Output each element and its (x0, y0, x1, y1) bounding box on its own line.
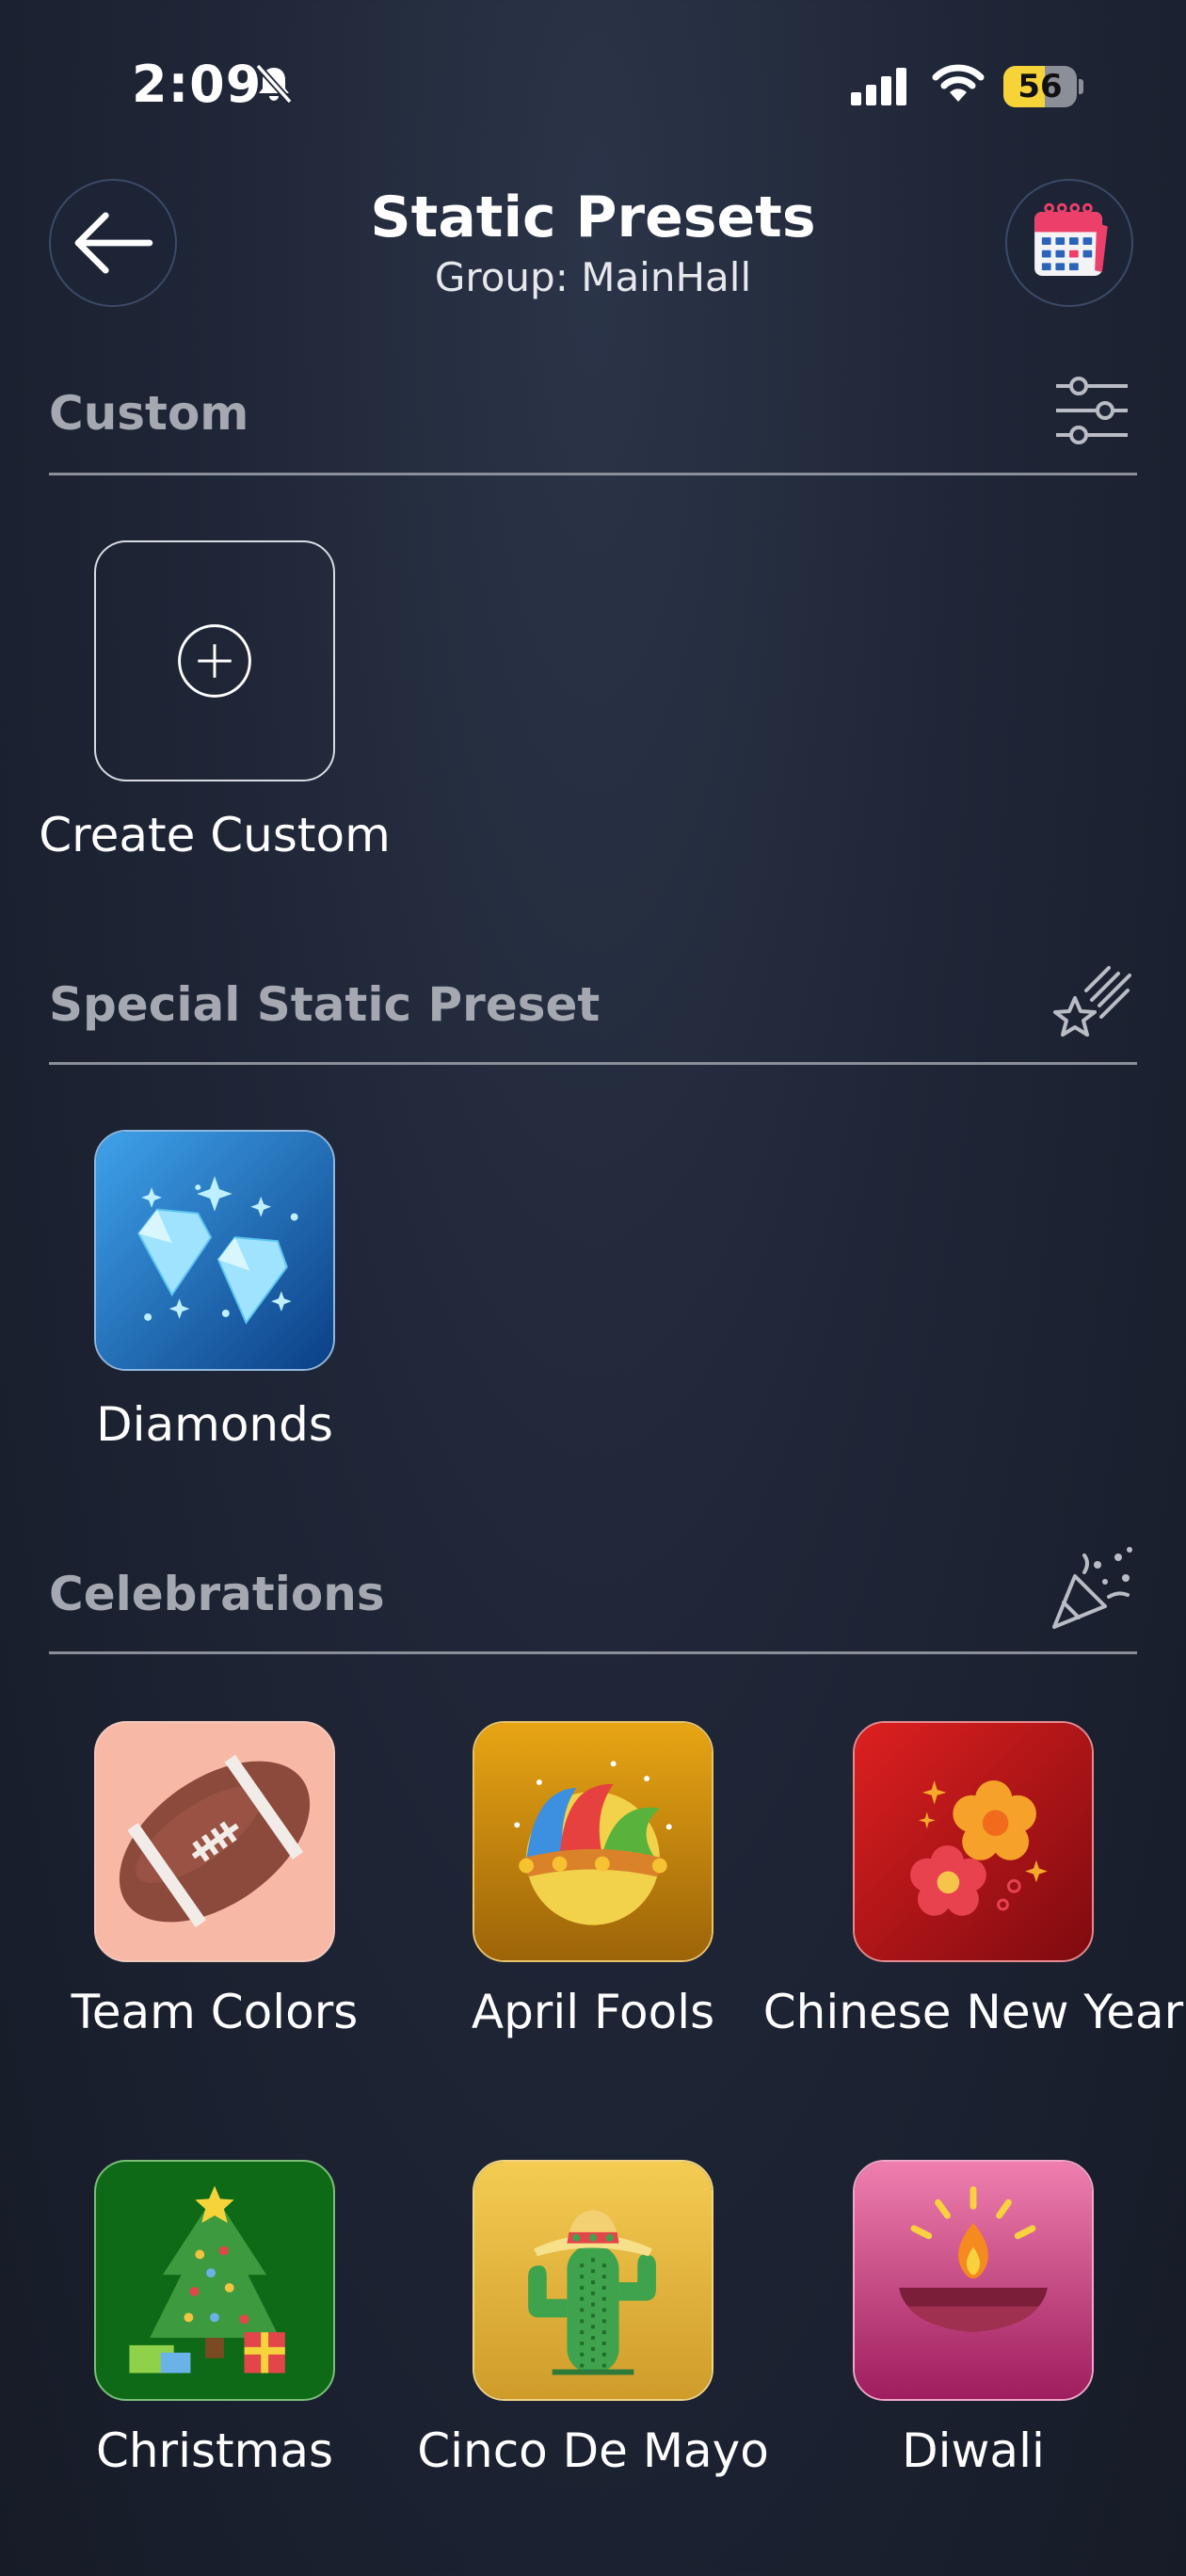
plus-circle-icon (178, 624, 251, 698)
create-custom-tile[interactable] (94, 540, 335, 781)
shooting-star-icon (1047, 957, 1137, 1047)
cellular-signal-icon (849, 66, 911, 107)
battery-level-text: 56 (1018, 68, 1063, 105)
sliders-icon[interactable] (1047, 365, 1137, 456)
chinese-new-year-label: Chinese New Year (762, 1985, 1184, 2039)
football-icon (119, 1754, 311, 1928)
calendar-icon (1034, 202, 1108, 276)
cactus-sombrero-icon (474, 2162, 712, 2399)
party-popper-icon (1047, 1544, 1137, 1634)
diamonds-tile[interactable] (94, 1130, 335, 1371)
christmas-label: Christmas (95, 2423, 334, 2478)
plum-blossom-icon (855, 1723, 1092, 1960)
team-colors-tile[interactable] (94, 1721, 335, 1962)
diya-lamp-icon (855, 2162, 1092, 2399)
battery-icon: 56 (1003, 66, 1083, 107)
chinese-new-year-tile[interactable] (853, 1721, 1094, 1962)
diamonds-icon (96, 1132, 333, 1369)
calendar-button[interactable] (1005, 179, 1133, 307)
cinco-de-mayo-tile[interactable] (473, 2160, 713, 2401)
cinco-de-mayo-label: Cinco De Mayo (417, 2423, 769, 2478)
section-divider-special (49, 1062, 1137, 1065)
diwali-tile[interactable] (853, 2160, 1094, 2401)
april-fools-label: April Fools (471, 1985, 715, 2039)
section-divider-custom (49, 473, 1137, 475)
christmas-tree-icon (129, 2185, 285, 2374)
team-colors-label: Team Colors (71, 1985, 359, 2039)
bell-slash-icon (252, 62, 296, 105)
diamonds-label: Diamonds (96, 1397, 333, 1452)
section-title-celebrations: Celebrations (49, 1567, 385, 1621)
create-custom-label: Create Custom (39, 808, 391, 862)
jester-hat-icon (474, 1723, 712, 1960)
status-time: 2:09 (132, 55, 263, 114)
diwali-label: Diwali (902, 2423, 1045, 2478)
christmas-tile[interactable] (94, 2160, 335, 2401)
section-title-special: Special Static Preset (49, 977, 601, 1032)
section-divider-celebrations (49, 1651, 1137, 1654)
wifi-icon (932, 62, 985, 105)
april-fools-tile[interactable] (473, 1721, 713, 1962)
section-title-custom: Custom (49, 386, 249, 441)
